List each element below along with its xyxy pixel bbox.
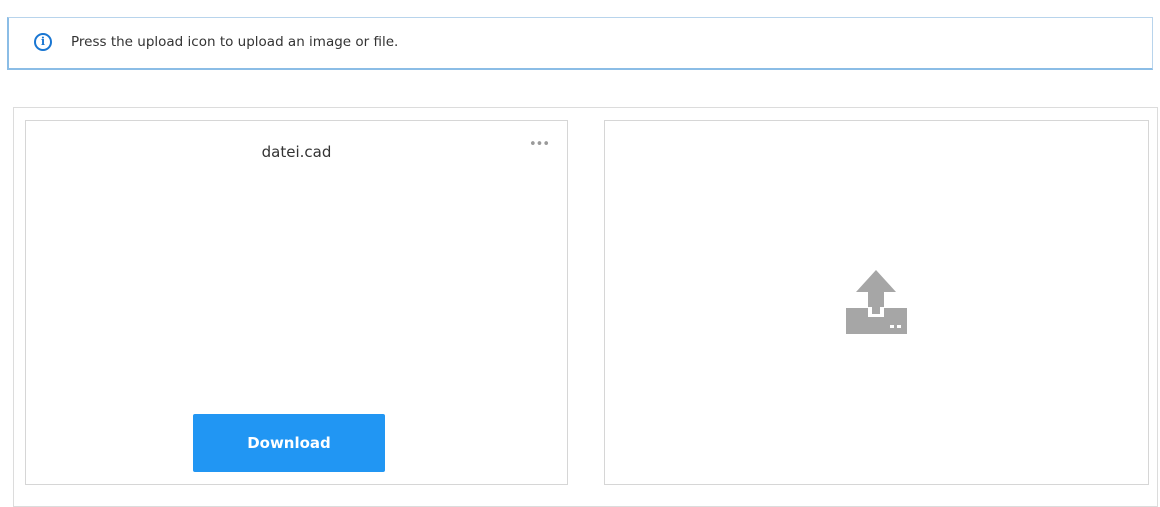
upload-icon[interactable] — [842, 268, 910, 336]
upload-card[interactable] — [604, 120, 1149, 485]
info-banner: i Press the upload icon to upload an ima… — [7, 17, 1153, 70]
info-icon: i — [34, 33, 52, 51]
more-options-icon[interactable]: ••• — [528, 138, 550, 155]
info-message: Press the upload icon to upload an image… — [71, 34, 399, 50]
download-button[interactable]: Download — [193, 414, 385, 472]
file-name: datei.cad — [261, 143, 332, 161]
file-card: datei.cad ••• Download — [25, 120, 568, 485]
